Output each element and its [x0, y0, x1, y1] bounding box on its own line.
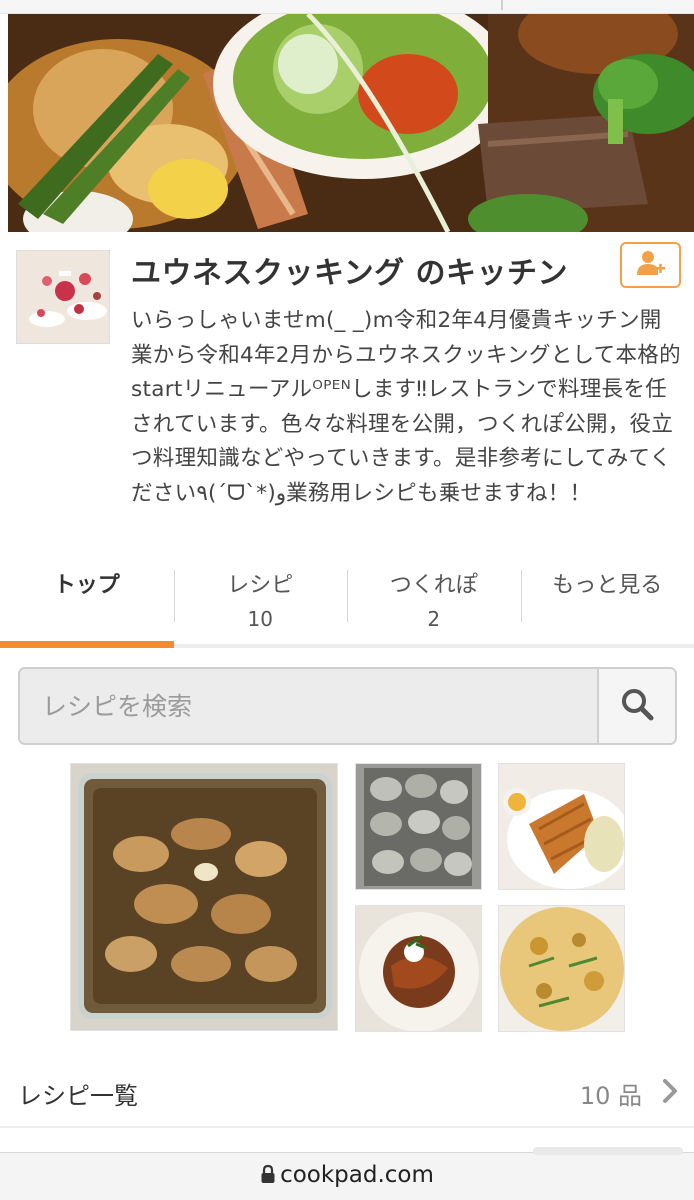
follow-button[interactable]: [620, 242, 681, 288]
recipe-list-link[interactable]: レシピ一覧 10 品: [0, 1054, 694, 1128]
tab-tsukurepo[interactable]: つくれぽ 2: [347, 560, 521, 644]
kitchen-name: ユウネスクッキング のキッチン: [131, 256, 569, 291]
tab-top[interactable]: トップ: [0, 560, 174, 644]
recipe-thumbnail[interactable]: [355, 763, 482, 890]
search-input[interactable]: [20, 669, 598, 743]
lock-icon: [260, 1164, 276, 1190]
recipe-thumbnail[interactable]: [70, 763, 338, 1031]
search-button[interactable]: [597, 669, 675, 743]
recipe-thumbnail[interactable]: [498, 763, 625, 890]
tab-count: 10: [247, 607, 273, 631]
tab-label: レシピ: [227, 573, 294, 598]
tab-more[interactable]: もっと見る: [520, 560, 694, 644]
recipe-thumbnail[interactable]: [355, 905, 482, 1032]
search-icon: [620, 687, 654, 725]
browser-address-bar[interactable]: cookpad.com: [0, 1147, 694, 1200]
kitchen-avatar[interactable]: [16, 250, 110, 344]
tab-count: 2: [427, 607, 441, 631]
recipe-count: 10 品: [579, 1082, 642, 1110]
recipe-thumbnail[interactable]: [498, 905, 625, 1032]
toolbar-handle: [533, 1147, 683, 1155]
browser-top-strip: [0, 0, 694, 14]
tab-label: もっと見る: [552, 573, 663, 598]
kitchen-introduction: いらっしゃいませm(_ _)m令和2年4月優貴キッチン開業から令和4年2月からユ…: [131, 308, 681, 506]
add-user-icon: [636, 249, 666, 281]
kitchen-cover-image: [8, 14, 694, 232]
divider: [501, 0, 503, 10]
chevron-right-icon: [660, 1076, 680, 1110]
recipe-list-label: レシピ一覧: [18, 1082, 138, 1110]
url-text: cookpad.com: [280, 1162, 434, 1188]
tab-label: トップ: [53, 573, 120, 598]
tab-label: つくれぽ: [389, 573, 478, 598]
active-tab-indicator: [0, 641, 174, 648]
tab-recipes[interactable]: レシピ 10: [173, 560, 348, 644]
recipe-search: [18, 667, 677, 745]
profile-tabs: トップ レシピ 10 つくれぽ 2 もっと見る: [0, 560, 694, 648]
